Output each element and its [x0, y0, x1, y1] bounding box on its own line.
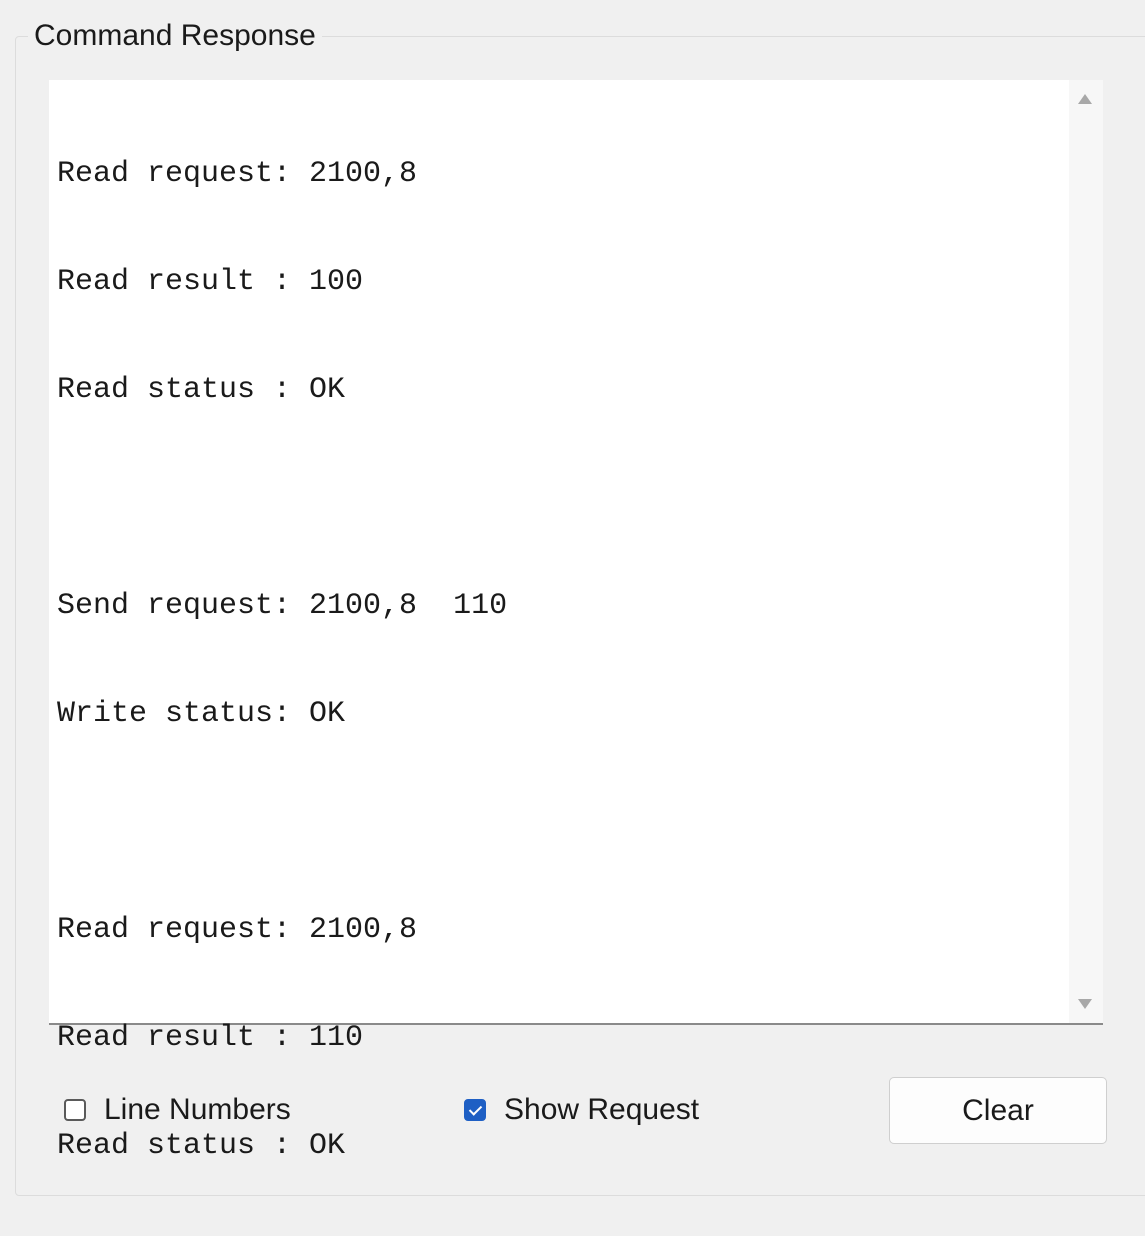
response-line: Read result : 100 [57, 265, 364, 299]
response-line: Send request: 2100,8 110 [57, 589, 508, 623]
scroll-up-arrow-icon[interactable] [1078, 94, 1092, 104]
vertical-scrollbar[interactable] [1069, 80, 1103, 1023]
response-line: Read result : 110 [57, 1021, 364, 1055]
show-request-checkbox[interactable] [464, 1099, 486, 1121]
response-line: Read request: 2100,8 [57, 157, 418, 191]
line-numbers-label: Line Numbers [104, 1093, 291, 1126]
command-response-textarea[interactable]: Read request: 2100,8 Read result : 100 R… [49, 80, 1103, 1163]
response-line: Read status : OK [57, 373, 346, 407]
response-line: Read request: 2100,8 [57, 913, 418, 947]
response-line [57, 480, 1067, 516]
line-numbers-option[interactable]: Line Numbers [64, 1090, 291, 1130]
response-line: Write status: OK [57, 697, 346, 731]
response-line [57, 804, 1067, 840]
show-request-label: Show Request [504, 1093, 700, 1126]
clear-button[interactable]: Clear [889, 1077, 1107, 1144]
groupbox-title: Command Response [28, 16, 322, 56]
scroll-down-arrow-icon[interactable] [1078, 999, 1092, 1009]
show-request-option[interactable]: Show Request [464, 1090, 699, 1130]
response-text: Read request: 2100,8 Read result : 100 R… [57, 84, 1067, 1236]
line-numbers-checkbox[interactable] [64, 1099, 86, 1121]
